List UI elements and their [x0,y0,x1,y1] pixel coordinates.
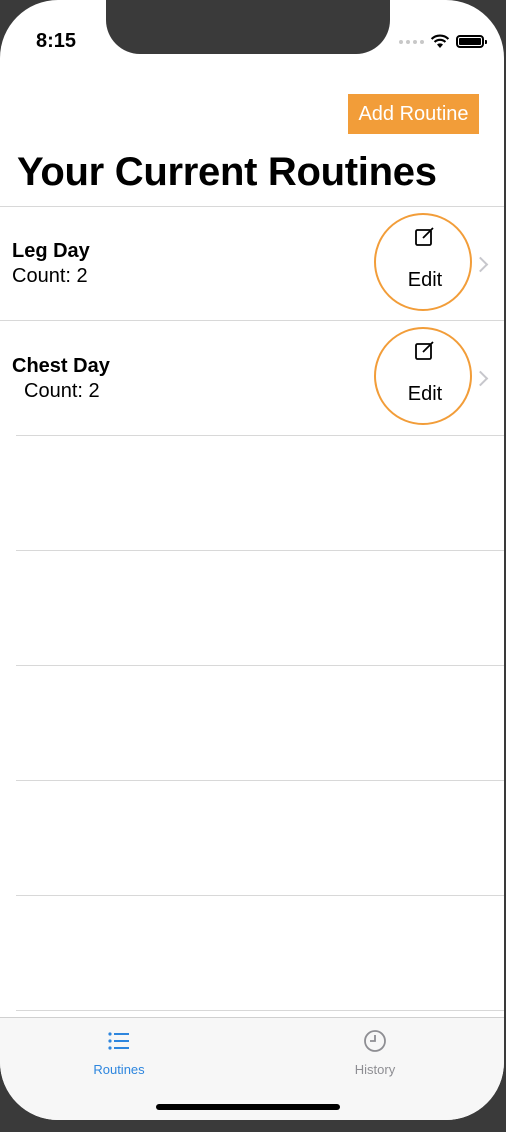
tab-label: History [354,1062,396,1077]
clock-icon [364,1030,386,1052]
list-divider [16,435,504,436]
list-divider [16,780,504,781]
list-icon [108,1032,129,1050]
battery-icon [456,35,487,48]
signal-icon [399,39,424,44]
tab-label: Routines [93,1062,145,1077]
home-indicator [156,1104,340,1110]
device-notch [106,0,390,54]
add-routine-button[interactable]: Add Routine [348,94,479,134]
routine-count: Count: 2 [24,380,100,402]
routine-name: Leg Day [12,240,90,262]
edit-button[interactable]: Edit [374,327,472,425]
status-indicators [399,34,487,49]
edit-button-label: Edit [407,269,443,291]
edit-icon [415,341,434,360]
page-title: Your Current Routines [17,150,437,194]
chevron-right-icon [472,256,489,273]
edit-button-label: Edit [407,383,443,405]
routine-row-chest-day[interactable]: Chest Day Count: 2 Edit [0,321,504,435]
list-divider [16,550,504,551]
wifi-icon [430,34,450,48]
edit-icon [415,227,434,246]
edit-button[interactable]: Edit [374,213,472,311]
routine-row-leg-day[interactable]: Leg Day Count: 2 Edit [0,207,504,321]
chevron-right-icon [472,370,489,387]
routine-name: Chest Day [12,355,110,377]
app-screen: 8:15 Add Routine Your Current Routines L… [0,0,504,1120]
routine-count: Count: 2 [12,265,88,287]
list-divider [16,1010,504,1011]
status-time: 8:15 [36,30,77,52]
tab-routines[interactable]: Routines [49,1028,189,1077]
tab-history[interactable]: History [305,1028,445,1077]
list-divider [16,665,504,666]
list-divider [16,895,504,896]
